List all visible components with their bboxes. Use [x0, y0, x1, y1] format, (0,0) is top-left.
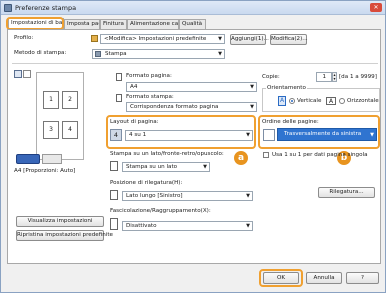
profile-select[interactable]: <Modifica> Impostazioni predefinite ▼ — [100, 34, 225, 44]
close-button[interactable]: ✕ — [370, 3, 382, 12]
copies-value: 1 — [322, 74, 326, 80]
profile-label: Profilo: — [14, 35, 34, 41]
preview-page-2: 2 — [62, 91, 78, 109]
page-layout-label: Layout di pagina: — [110, 119, 159, 125]
copies-range: [da 1 a 9999] — [339, 74, 377, 80]
window-title: Preferenze stampa — [15, 4, 77, 12]
portrait-radio[interactable] — [289, 98, 295, 104]
annotation-badge-a: a — [233, 150, 249, 166]
page-size-select[interactable]: A4 ▼ — [126, 82, 257, 92]
copies-label: Copie: — [262, 74, 280, 80]
portrait-icon: A — [278, 96, 286, 106]
output-size-icon — [116, 94, 122, 102]
page-layout-value: 4 su 1 — [129, 132, 147, 138]
paper-info-text: A4 [Proporzioni: Auto] — [14, 168, 76, 174]
tab-paper-source[interactable]: Alimentazione carta — [127, 19, 179, 29]
page-size-icon — [116, 73, 122, 81]
output-method-select[interactable]: Stampa ▼ — [92, 49, 225, 59]
chevron-down-icon: ▼ — [250, 104, 254, 110]
binding-select[interactable]: Lato lungo [Sinistro] ▼ — [122, 191, 253, 201]
page-size-value: A4 — [130, 84, 138, 90]
divider — [12, 63, 378, 64]
page-order-label: Ordine delle pagine: — [262, 119, 319, 125]
page-order-select[interactable]: Trasversalmente da sinistra ▼ — [277, 128, 377, 141]
single-page-data-label: Usa 1 su 1 per dati pagina singola — [272, 152, 368, 158]
output-size-label: Formato stampa: — [126, 94, 174, 100]
chevron-down-icon: ▼ — [218, 51, 222, 57]
page-size-label: Formato pagina: — [126, 73, 172, 79]
printer-icon — [4, 4, 12, 12]
landscape-label: Orizzontale — [347, 98, 379, 104]
preview-page-3: 3 — [43, 121, 59, 139]
binding-label: Posizione di rilegatura(H): — [110, 180, 183, 186]
portrait-label: Verticale — [297, 98, 322, 104]
orientation-label: Orientamento — [266, 85, 307, 91]
copies-stepper[interactable]: ▴ ▾ — [332, 72, 337, 82]
paper-image-icon — [42, 154, 62, 164]
preview-page-4: 4 — [62, 121, 78, 139]
pencil-icon — [91, 35, 98, 42]
tab-page-setup[interactable]: Imposta pagina — [64, 19, 100, 29]
single-page-data-checkbox[interactable] — [263, 152, 269, 158]
view-settings-button[interactable]: Visualizza impostazioni — [16, 216, 104, 227]
output-method-label: Metodo di stampa: — [14, 50, 67, 56]
chevron-down-icon: ▼ — [370, 132, 374, 138]
printer-icon — [95, 51, 101, 57]
add-profile-button[interactable]: Aggiungi(1)... — [230, 34, 269, 45]
profile-value: <Modifica> Impostazioni predefinite — [104, 36, 207, 42]
chevron-down-icon: ▼ — [218, 36, 222, 42]
chevron-down-icon: ▼ — [250, 84, 254, 90]
help-button[interactable]: ? — [346, 272, 379, 284]
print-preferences-window: Preferenze stampa ✕ Impostazioni di base… — [0, 0, 386, 293]
collate-value: Disattivato — [126, 223, 157, 229]
settings-preview-icon[interactable] — [23, 70, 31, 78]
duplex-value: Stampa su un lato — [126, 164, 178, 170]
output-method-value: Stampa — [105, 51, 127, 57]
binding-icon — [110, 190, 118, 200]
duplex-icon — [110, 161, 118, 171]
collate-icon — [110, 218, 118, 230]
landscape-radio[interactable] — [339, 98, 345, 104]
printer-image-icon — [16, 154, 40, 164]
title-bar: Preferenze stampa ✕ — [1, 1, 385, 15]
duplex-select[interactable]: Stampa su un lato ▼ — [122, 162, 210, 172]
chevron-down-icon: ▼ — [246, 193, 250, 199]
page-layout-icon: 4 — [110, 129, 122, 141]
binding-value: Lato lungo [Sinistro] — [126, 193, 183, 199]
cancel-button[interactable]: Annulla — [306, 272, 342, 284]
copies-input[interactable]: 1 — [316, 72, 332, 82]
ok-button[interactable]: OK — [263, 272, 299, 284]
collate-label: Fascicolazione/Raggruppamento(X): — [110, 208, 211, 214]
layout-preview-icon[interactable] — [14, 70, 22, 78]
output-size-select[interactable]: Corrispondenza formato pagina ▼ — [126, 102, 257, 112]
edit-profile-button[interactable]: Modifica(2)... — [270, 34, 308, 45]
chevron-down-icon: ▼ — [203, 164, 207, 170]
page-preview: 1 2 3 4 — [36, 72, 84, 160]
page-order-value: Trasversalmente da sinistra — [284, 131, 362, 137]
preview-page-1: 1 — [43, 91, 59, 109]
landscape-icon: A — [326, 97, 336, 105]
page-order-icon — [263, 129, 275, 141]
chevron-down-icon: ▼ — [246, 223, 250, 229]
chevron-down-icon: ▼ — [246, 132, 250, 138]
tab-quality[interactable]: Qualità — [179, 19, 206, 29]
binding-button[interactable]: Rilegatura... — [318, 187, 375, 198]
page-layout-select[interactable]: 4 su 1 ▼ — [125, 130, 253, 141]
collate-select[interactable]: Disattivato ▼ — [122, 221, 253, 231]
duplex-label: Stampa su un lato/fronte-retro/opuscolo: — [110, 151, 224, 157]
tab-finishing[interactable]: Finitura — [100, 19, 127, 29]
basic-settings-panel: Profilo: <Modifica> Impostazioni predefi… — [7, 29, 381, 264]
restore-defaults-button[interactable]: Ripristina impostazioni predefinite — [16, 230, 113, 241]
output-size-value: Corrispondenza formato pagina — [130, 104, 219, 110]
